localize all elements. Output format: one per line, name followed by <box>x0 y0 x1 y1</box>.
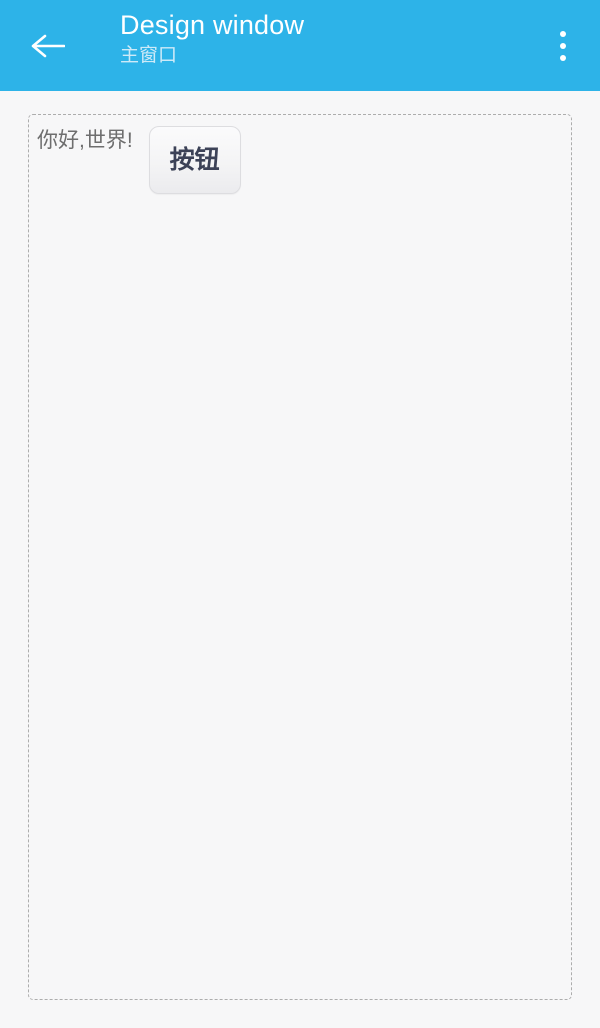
button-anniu-label: 按钮 <box>169 146 220 174</box>
design-root-container[interactable]: 你好,世界! 按钮 <box>28 114 572 1000</box>
overflow-menu-button[interactable] <box>542 21 584 71</box>
app-bar-titles: Design window 主窗口 <box>120 8 520 69</box>
more-vertical-icon-dot-3 <box>560 55 566 61</box>
back-button[interactable] <box>22 22 74 70</box>
design-canvas-area: 你好,世界! 按钮 <box>0 91 600 1028</box>
label-hello[interactable]: 你好,世界! <box>29 115 133 154</box>
page-title: Design window <box>120 10 305 40</box>
widget-row: 你好,世界! 按钮 <box>29 115 241 194</box>
more-vertical-icon-dot-2 <box>560 43 566 49</box>
more-vertical-icon-dot-1 <box>560 31 566 37</box>
page-subtitle: 主窗口 <box>120 45 178 66</box>
app-bar: Design window 主窗口 <box>0 0 600 91</box>
button-anniu[interactable]: 按钮 <box>148 126 241 194</box>
arrow-left-icon <box>31 33 65 59</box>
